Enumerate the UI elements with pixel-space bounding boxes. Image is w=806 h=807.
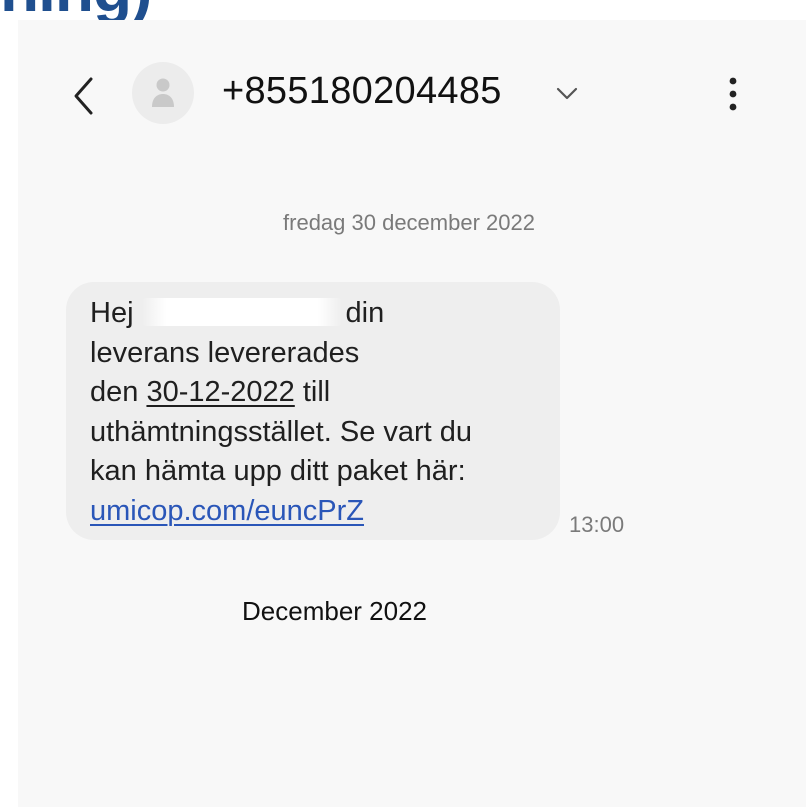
message-timestamp: 13:00 bbox=[569, 512, 625, 537]
date-divider: fredag 30 december 2022 bbox=[283, 210, 535, 235]
expand-contact-button[interactable] bbox=[554, 80, 580, 106]
back-arrow-icon bbox=[74, 77, 93, 115]
message-bubble[interactable]: Hej din leverans levererades den 30-12-20… bbox=[66, 282, 560, 540]
message-line-6: umicop.com/euncPrZ bbox=[90, 492, 538, 532]
back-button[interactable] bbox=[66, 72, 102, 120]
contact-number[interactable]: +855180204485 bbox=[222, 70, 502, 113]
line3-prefix: den bbox=[90, 376, 147, 408]
avatar[interactable] bbox=[132, 62, 194, 124]
message-line-1: Hej din bbox=[90, 294, 538, 334]
messaging-screen: +855180204485 fredag 30 december 2022 He… bbox=[18, 20, 806, 807]
page: ning) +855180204485 bbox=[0, 0, 806, 807]
person-icon bbox=[152, 78, 174, 107]
message-line-4: uthämtningsstället. Se vart du bbox=[90, 415, 473, 448]
message-line-5: kan hämta upp ditt paket här: bbox=[90, 455, 466, 487]
message-url-link[interactable]: umicop.com/euncPrZ bbox=[90, 495, 364, 527]
message-line-3: den 30-12-2022 till bbox=[90, 373, 538, 413]
message-line-2: leverans levererades bbox=[90, 336, 360, 369]
line3-suffix: till bbox=[294, 376, 331, 408]
redacted-name bbox=[141, 298, 342, 326]
greeting-end-text: din bbox=[345, 297, 385, 329]
date-link[interactable]: 30-12-2022 bbox=[146, 376, 294, 408]
caption: December 2022 bbox=[242, 596, 427, 626]
more-vertical-icon bbox=[729, 77, 737, 111]
chevron-down-icon bbox=[556, 87, 578, 100]
more-options-button[interactable] bbox=[718, 72, 748, 116]
greeting-text: Hej bbox=[90, 297, 134, 329]
